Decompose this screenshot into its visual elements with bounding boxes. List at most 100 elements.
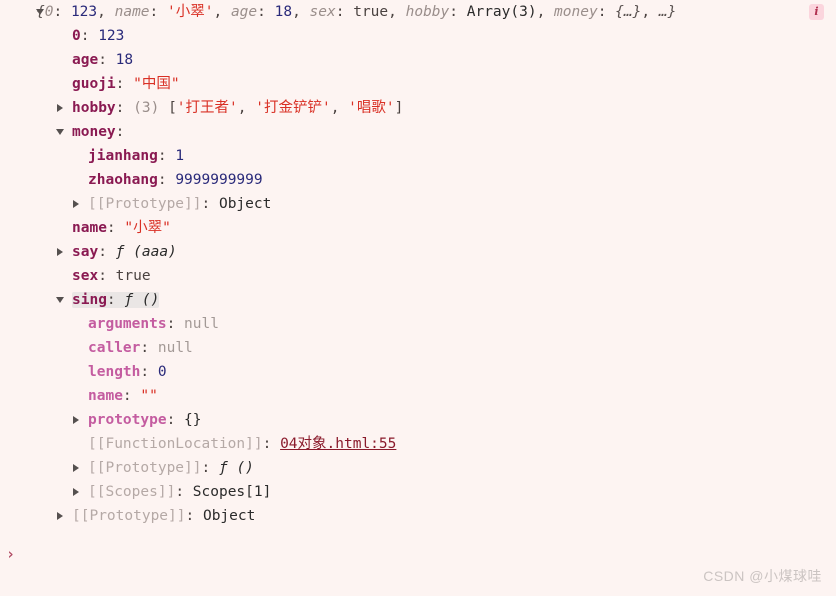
token-v-str: "" (140, 388, 158, 404)
token-fn-sym: ƒ (218, 460, 237, 476)
property-money[interactable]: money: (0, 120, 836, 144)
token-punct: : (98, 52, 116, 68)
csdn-watermark: CSDN @小煤球哇 (703, 568, 822, 584)
token-punct: : (597, 4, 616, 20)
token-k-own: guoji (72, 76, 116, 92)
row-text: 0: 123 (72, 28, 124, 44)
token-punct: : (98, 244, 116, 260)
token-k-own: 0 (72, 28, 81, 44)
token-k-own: jianhang (88, 148, 158, 164)
info-badge[interactable]: i (809, 4, 824, 20)
token-preview-brace: {…} (615, 4, 642, 20)
token-v-num: 18 (274, 4, 293, 20)
property-say[interactable]: say: ƒ (aaa) (0, 240, 836, 264)
row-content: [[Prototype]]: Object (0, 504, 255, 528)
property-sing-caller[interactable]: caller: null (0, 336, 836, 360)
token-v-str: "小翠" (124, 220, 171, 236)
token-k-internal: [[Prototype]] (72, 508, 186, 524)
token-v-obj: Object (218, 196, 272, 212)
token-punct: : (257, 4, 275, 20)
token-k-own: money (72, 124, 116, 140)
token-k-proto: caller (88, 340, 141, 356)
token-k-proto: arguments (88, 316, 167, 332)
row-text: say: ƒ (aaa) (72, 244, 177, 260)
token-punct: : (149, 4, 167, 20)
token-v-obj: Scopes[1] (192, 484, 272, 500)
property-sing-length[interactable]: length: 0 (0, 360, 836, 384)
row-text: sex: true (72, 268, 151, 284)
token-v-obj: Array(3) (466, 4, 537, 20)
property-sing[interactable]: sing: ƒ () (0, 288, 836, 312)
token-v-fn: (aaa) (133, 244, 177, 260)
row-text: caller: null (88, 340, 193, 356)
token-punct: , (292, 4, 310, 20)
row-content: [[Prototype]]: ƒ () (0, 456, 254, 480)
row-content: [[Scopes]]: Scopes[1] (0, 480, 271, 504)
token-k-preview: age (230, 4, 258, 20)
row-text: length: 0 (88, 364, 167, 380)
token-k-own: age (72, 52, 99, 68)
token-v-num: 1 (175, 148, 185, 164)
row-text: [[Prototype]]: ƒ () (88, 460, 254, 476)
token-k-preview: name (114, 4, 150, 20)
row-text: name: "小翠" (72, 220, 171, 236)
property-money-prototype[interactable]: [[Prototype]]: Object (0, 192, 836, 216)
row-text: age: 18 (72, 52, 133, 68)
object-preview-header[interactable]: {0: 123, name: '小翠', age: 18, sex: true,… (0, 0, 836, 24)
property-sex[interactable]: sex: true (0, 264, 836, 288)
row-text: prototype: {} (88, 412, 202, 428)
row-content: guoji: "中国" (0, 72, 180, 96)
token-v-null: null (157, 340, 193, 356)
token-k-preview: money (554, 4, 598, 20)
token-punct: : (201, 196, 219, 212)
property-guoji[interactable]: guoji: "中国" (0, 72, 836, 96)
console-output-panel[interactable]: {0: 123, name: '小翠', age: 18, sex: true,… (0, 0, 836, 596)
property-name[interactable]: name: "小翠" (0, 216, 836, 240)
token-v-link[interactable]: 04对象.html:55 (280, 436, 396, 452)
row-content: age: 18 (0, 48, 133, 72)
row-text: money: (72, 124, 124, 140)
row-content: name: "" (0, 384, 158, 408)
row-text: {0: 123, name: '小翠', age: 18, sex: true,… (36, 4, 676, 20)
console-prompt-input[interactable] (24, 545, 804, 565)
token-punct: : (449, 4, 467, 20)
token-punct: : (106, 220, 125, 236)
row-content: jianhang: 1 (0, 144, 184, 168)
token-punct: : (175, 484, 193, 500)
token-punct: : (157, 148, 176, 164)
property-money-jianhang[interactable]: jianhang: 1 (0, 144, 836, 168)
row-text: guoji: "中国" (72, 76, 180, 92)
property-sing-arguments[interactable]: arguments: null (0, 312, 836, 336)
property-0[interactable]: 0: 123 (0, 24, 836, 48)
token-k-own: say (72, 244, 99, 260)
token-k-own: name (72, 220, 107, 236)
property-sing-prototype[interactable]: prototype: {} (0, 408, 836, 432)
token-v-num: 123 (98, 28, 125, 44)
token-k-internal: [[Scopes]] (88, 484, 176, 500)
row-text: hobby: (3) ['打王者', '打金铲铲', '唱歌'] (72, 100, 403, 116)
token-k-own: zhaohang (88, 172, 158, 188)
property-root-prototype[interactable]: [[Prototype]]: Object (0, 504, 836, 528)
property-money-zhaohang[interactable]: zhaohang: 9999999999 (0, 168, 836, 192)
token-k-internal: [[FunctionLocation]] (88, 436, 263, 452)
property-sing-name[interactable]: name: "" (0, 384, 836, 408)
row-content: money: (0, 120, 124, 144)
row-content: sex: true (0, 264, 151, 288)
property-sing-scopes[interactable]: [[Scopes]]: Scopes[1] (0, 480, 836, 504)
token-fn-sym: ƒ (124, 292, 142, 308)
token-v-bool: true (353, 4, 389, 20)
row-text: name: "" (88, 388, 158, 404)
token-punct: , (641, 4, 659, 20)
token-punct: : (122, 388, 141, 404)
token-punct: [ (168, 100, 177, 116)
row-content: hobby: (3) ['打王者', '打金铲铲', '唱歌'] (0, 96, 403, 120)
property-age[interactable]: age: 18 (0, 48, 836, 72)
token-punct: : (115, 100, 134, 116)
token-punct: : (166, 316, 185, 332)
object-inspector-tree[interactable]: {0: 123, name: '小翠', age: 18, sex: true,… (0, 0, 836, 528)
property-hobby[interactable]: hobby: (3) ['打王者', '打金铲铲', '唱歌'] (0, 96, 836, 120)
row-text: [[Prototype]]: Object (88, 196, 271, 212)
property-sing-function-location[interactable]: [[FunctionLocation]]: 04对象.html:55 (0, 432, 836, 456)
property-sing-internal-prototype[interactable]: [[Prototype]]: ƒ () (0, 456, 836, 480)
token-punct: : (98, 268, 116, 284)
